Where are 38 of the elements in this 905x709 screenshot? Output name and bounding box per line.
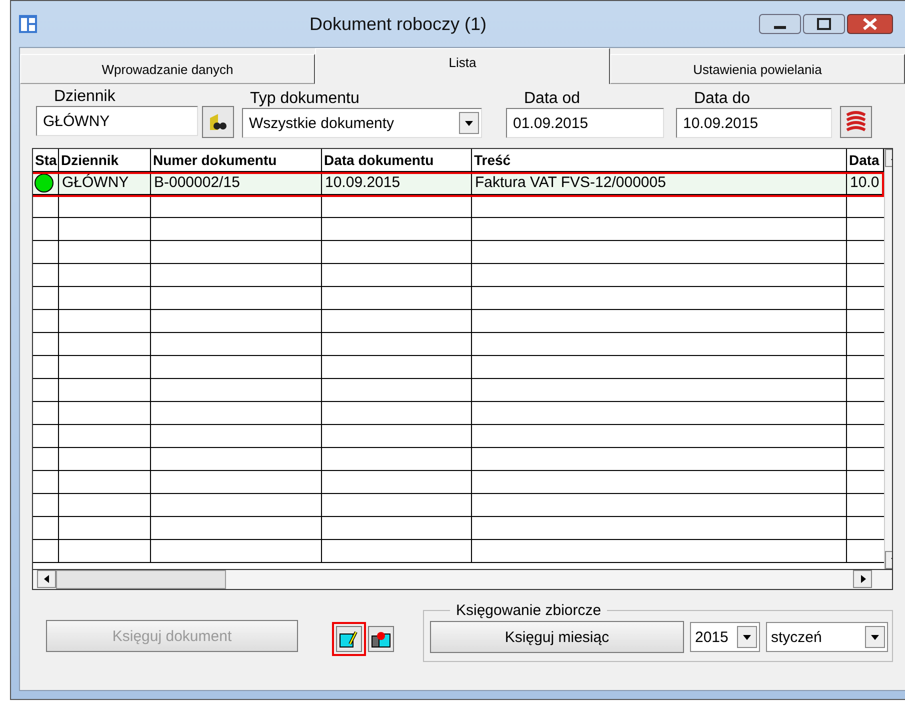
dropdown-arrow-icon[interactable]	[743, 633, 751, 641]
field-label: Typ dokumentu	[249, 90, 360, 108]
column-header[interactable]: Sta	[33, 149, 59, 172]
group-title: Księgowanie zbiorcze	[455, 602, 602, 619]
scroll-left-icon[interactable]	[42, 575, 50, 583]
date-to-field[interactable]: 10.09.2015	[676, 108, 832, 138]
app-icon	[19, 15, 37, 33]
table-cell: B-000002/15	[151, 172, 322, 195]
field-label: Dziennik	[53, 88, 116, 106]
tab[interactable]: Lista	[315, 48, 610, 84]
help-document-icon[interactable]	[368, 626, 394, 652]
dropdown-arrow-icon[interactable]	[465, 119, 473, 127]
window-title: Dokument roboczy (1)	[308, 14, 488, 34]
year-dropdown[interactable]: 2015	[690, 622, 760, 652]
table-cell: GŁÓWNY	[59, 172, 151, 195]
maximize-icon[interactable]	[803, 14, 845, 34]
stack-icon[interactable]	[840, 106, 872, 138]
dropdown-arrow-icon[interactable]	[871, 633, 879, 641]
close-icon[interactable]	[847, 14, 893, 34]
column-header[interactable]: Dziennik	[59, 149, 151, 172]
minimize-icon[interactable]	[759, 14, 801, 34]
post-month-button[interactable]: Księguj miesiąc	[430, 621, 684, 653]
binoculars-icon[interactable]	[202, 106, 234, 138]
month-dropdown[interactable]: styczeń	[766, 622, 888, 652]
scrollbar-thumb[interactable]	[56, 570, 226, 589]
tab[interactable]: Wprowadzanie danych	[20, 54, 315, 84]
tab[interactable]: Ustawienia powielania	[610, 54, 905, 84]
column-header[interactable]: Data dokumentu	[322, 149, 472, 172]
date-from-field[interactable]: 01.09.2015	[506, 108, 664, 138]
column-header[interactable]: Treść	[472, 149, 847, 172]
journal-field[interactable]: GŁÓWNY	[36, 106, 198, 136]
document-type-dropdown[interactable]: Wszystkie dokumenty	[242, 108, 482, 138]
table-cell: 10.09.2015	[322, 172, 472, 195]
table-cell: Faktura VAT FVS-12/000005	[472, 172, 847, 195]
field-label: Data od	[523, 90, 582, 108]
scroll-right-icon[interactable]	[858, 575, 866, 583]
column-header[interactable]: Numer dokumentu	[151, 149, 322, 172]
field-label: Data do	[693, 90, 752, 108]
